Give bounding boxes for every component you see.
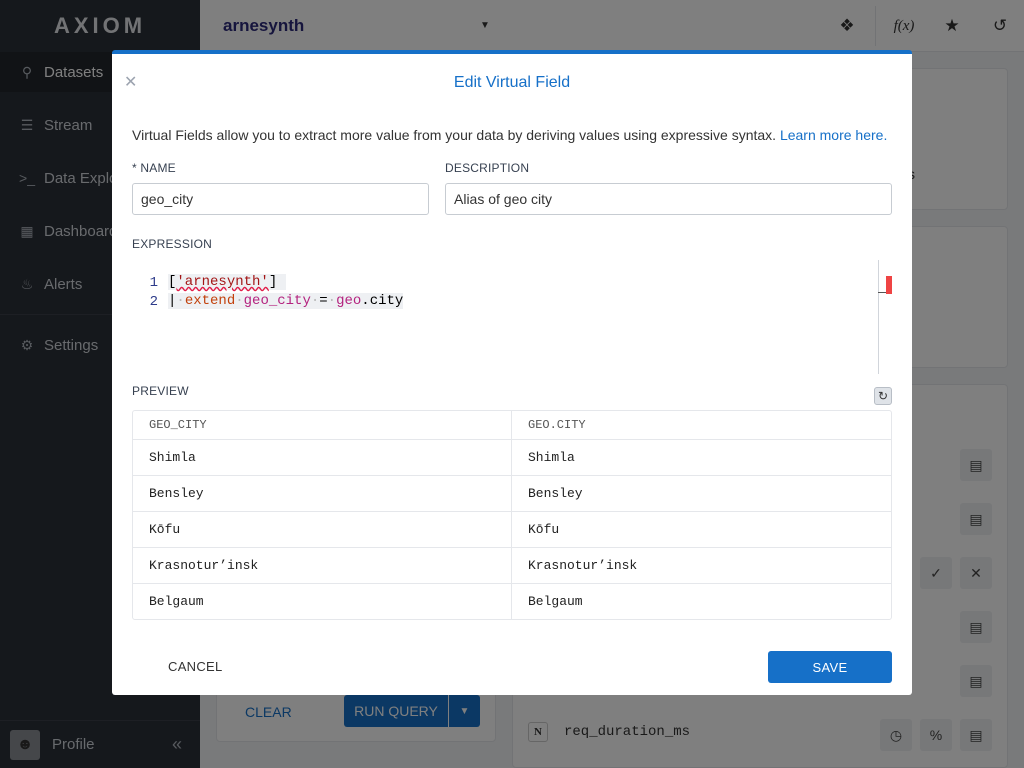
table-row: Belgaum Belgaum — [133, 583, 891, 619]
line-number: 1 — [149, 275, 158, 291]
table-cell: Shimla — [511, 440, 891, 475]
error-marker — [886, 276, 892, 294]
table-cell: Krasnotur’insk — [149, 558, 259, 573]
dialog-title: Edit Virtual Field — [453, 74, 571, 91]
refresh-icon[interactable]: ↻ — [874, 387, 892, 405]
code-line: ['arnesynth'] — [168, 274, 286, 290]
code-token: ] — [268, 274, 278, 290]
table-header: GEO_CITY GEO.CITY — [133, 411, 891, 439]
expression-label: EXPRESSION — [132, 237, 213, 251]
table-cell: Bensley — [511, 476, 891, 511]
description-label: DESCRIPTION — [445, 161, 530, 175]
table-cell: Krasnotur’insk — [511, 548, 891, 583]
table-row: Bensley Bensley — [133, 475, 891, 511]
overview-ruler-cursor — [878, 292, 886, 293]
code-keyword: extend — [184, 293, 236, 309]
table-cell: Belgaum — [149, 594, 204, 609]
name-label: * NAME — [132, 161, 176, 175]
code-token: = — [319, 293, 328, 309]
table-cell: Belgaum — [511, 584, 891, 619]
preview-label: PREVIEW — [132, 384, 189, 398]
table-cell: Kōfu — [511, 512, 891, 547]
learn-more-link[interactable]: Learn more here. — [780, 127, 887, 143]
table-row: Kōfu Kōfu — [133, 511, 891, 547]
code-field: geo_city — [243, 293, 311, 309]
edit-virtual-field-dialog: ✕ Edit Virtual Field Virtual Fields allo… — [112, 50, 912, 695]
cancel-button[interactable]: CANCEL — [168, 659, 223, 674]
code-token: .city — [361, 293, 404, 309]
code-line: |·extend·geo_city·=·geo.city — [168, 293, 404, 309]
column-header: GEO_CITY — [149, 418, 207, 432]
name-field[interactable]: geo_city — [132, 183, 429, 215]
expression-editor[interactable]: 1 2 ['arnesynth'] |·extend·geo_city·=·ge… — [132, 256, 892, 374]
code-string: 'arnesynth' — [176, 274, 269, 290]
save-button[interactable]: SAVE — [768, 651, 892, 683]
dialog-description: Virtual Fields allow you to extract more… — [132, 127, 887, 143]
table-row: Krasnotur’insk Krasnotur’insk — [133, 547, 891, 583]
line-number: 2 — [149, 294, 158, 310]
description-field[interactable]: Alias of geo city — [445, 183, 892, 215]
preview-table: GEO_CITY GEO.CITY Shimla Shimla Bensley … — [132, 410, 892, 620]
table-cell: Bensley — [149, 486, 204, 501]
table-cell: Kōfu — [149, 522, 181, 537]
table-cell: Shimla — [149, 450, 196, 465]
description-text: Virtual Fields allow you to extract more… — [132, 127, 777, 143]
code-field: geo — [336, 293, 362, 309]
column-header: GEO.CITY — [511, 411, 891, 439]
table-row: Shimla Shimla — [133, 439, 891, 475]
